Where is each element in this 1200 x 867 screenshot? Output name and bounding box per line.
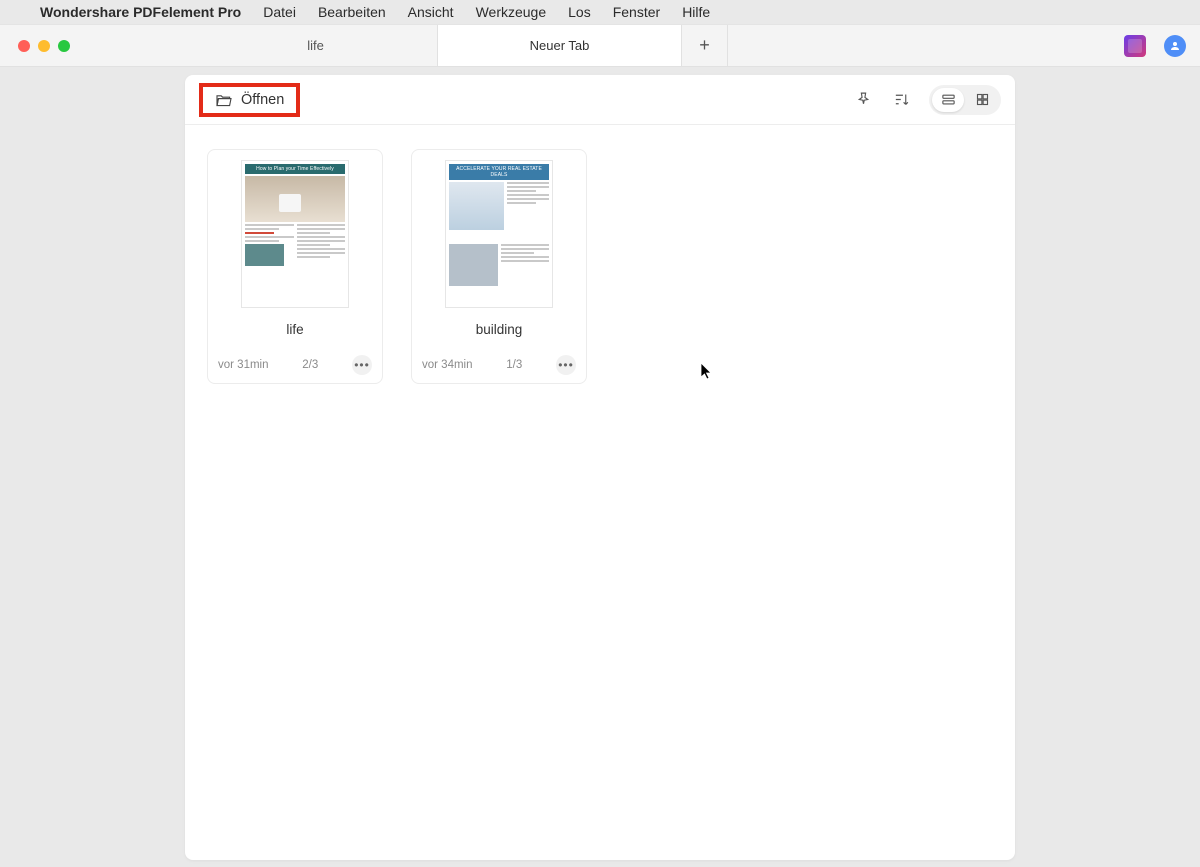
file-title: building [422, 322, 576, 337]
tab-label: Neuer Tab [530, 38, 590, 53]
app-logo-icon[interactable] [1124, 35, 1146, 57]
close-window-button[interactable] [18, 40, 30, 52]
plus-icon: + [699, 35, 710, 56]
file-thumbnail: How to Plan your Time Effectively [241, 160, 349, 308]
file-cards: How to Plan your Time Effectively life [185, 125, 1015, 408]
menu-hilfe[interactable]: Hilfe [682, 4, 710, 20]
folder-open-icon [215, 93, 233, 107]
file-more-button[interactable]: ••• [556, 355, 576, 375]
tab-neuer-tab[interactable]: Neuer Tab [438, 25, 682, 66]
app-name[interactable]: Wondershare PDFelement Pro [40, 4, 241, 20]
recent-files-panel: Öffnen How to Plan your Time [185, 75, 1015, 860]
menu-ansicht[interactable]: Ansicht [408, 4, 454, 20]
file-time: vor 31min [218, 359, 269, 371]
new-tab-button[interactable]: + [682, 25, 728, 66]
file-thumbnail: ACCELERATE YOUR REAL ESTATE DEALS [445, 160, 553, 308]
menu-bearbeiten[interactable]: Bearbeiten [318, 4, 386, 20]
open-button-label: Öffnen [241, 92, 284, 108]
file-title: life [218, 322, 372, 337]
sort-icon[interactable] [891, 90, 911, 110]
window-titlebar: life Neuer Tab + [0, 25, 1200, 67]
list-view-button[interactable] [932, 88, 964, 112]
menu-los[interactable]: Los [568, 4, 591, 20]
minimize-window-button[interactable] [38, 40, 50, 52]
macos-menubar: Wondershare PDFelement Pro Datei Bearbei… [0, 0, 1200, 25]
tab-life[interactable]: life [194, 25, 438, 66]
menu-fenster[interactable]: Fenster [613, 4, 660, 20]
file-pages: 1/3 [506, 359, 522, 371]
open-button[interactable]: Öffnen [199, 83, 300, 117]
file-card[interactable]: How to Plan your Time Effectively life [207, 149, 383, 384]
menu-werkzeuge[interactable]: Werkzeuge [476, 4, 547, 20]
maximize-window-button[interactable] [58, 40, 70, 52]
pin-icon[interactable] [853, 90, 873, 110]
menu-datei[interactable]: Datei [263, 4, 296, 20]
panel-toolbar: Öffnen [185, 75, 1015, 125]
file-more-button[interactable]: ••• [352, 355, 372, 375]
window-controls [0, 40, 70, 52]
file-time: vor 34min [422, 359, 473, 371]
file-card[interactable]: ACCELERATE YOUR REAL ESTATE DEALS [411, 149, 587, 384]
grid-view-button[interactable] [966, 88, 998, 112]
file-pages: 2/3 [302, 359, 318, 371]
document-tabs: life Neuer Tab + [194, 25, 728, 66]
user-avatar[interactable] [1164, 35, 1186, 57]
view-toggle [929, 85, 1001, 115]
tab-label: life [307, 38, 324, 53]
